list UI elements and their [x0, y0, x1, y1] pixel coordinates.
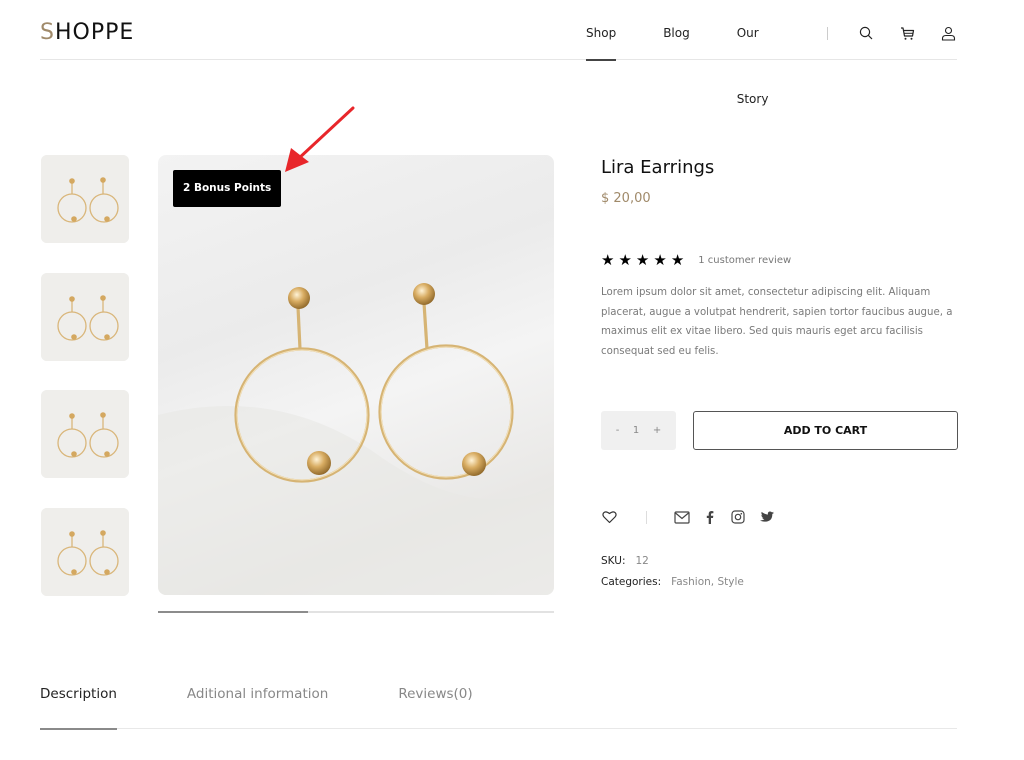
nav-shop[interactable]: Shop: [586, 0, 617, 61]
share-divider: [646, 510, 647, 524]
twitter-icon[interactable]: [758, 509, 774, 525]
heart-icon[interactable]: [601, 509, 617, 525]
product-main-image[interactable]: 2 Bonus Points: [158, 155, 554, 595]
user-icon[interactable]: [940, 24, 957, 42]
logo-text: HOPPE: [54, 20, 135, 45]
gallery-scrollbar-thumb[interactable]: [158, 611, 309, 613]
product-tabs: Description Aditional information Review…: [40, 686, 957, 730]
nav-divider: [827, 26, 828, 40]
instagram-icon[interactable]: [730, 509, 746, 525]
thumbnail-1[interactable]: [41, 155, 129, 243]
thumbnail-list: [41, 155, 129, 625]
search-icon[interactable]: [858, 24, 875, 42]
earrings-image: [158, 283, 554, 595]
logo[interactable]: SHOPPE: [40, 20, 134, 45]
tab-reviews[interactable]: Reviews(0): [398, 686, 472, 729]
star-icon: ★: [670, 251, 685, 269]
categories-row: Categories: Fashion, Style: [601, 576, 744, 588]
product-info: Lira Earrings $ 20,00 ★ ★ ★ ★ ★ 1 customer r…: [601, 155, 958, 588]
product-description: Lorem ipsum dolor sit amet, consectetur …: [601, 287, 953, 357]
categories-label: Categories:: [601, 576, 662, 588]
site-header: SHOPPE Shop Blog Our Story: [40, 0, 957, 106]
nav-blog[interactable]: Blog: [663, 0, 690, 60]
product-rating: ★ ★ ★ ★ ★ 1 customer review: [601, 253, 957, 268]
quantity-value[interactable]: 1: [633, 425, 639, 436]
nav-our-story[interactable]: Our Story: [737, 0, 791, 106]
thumbnail-4[interactable]: [41, 507, 129, 596]
facebook-icon[interactable]: [702, 509, 718, 525]
sku-row: SKU: 12: [601, 555, 744, 567]
earrings-thumbnail-image: [41, 390, 129, 478]
tab-additional-information[interactable]: Aditional information: [187, 686, 328, 729]
star-icon: ★: [635, 251, 650, 269]
purchase-row: - 1 + ADD TO CART: [601, 411, 958, 450]
mail-icon[interactable]: [674, 509, 690, 525]
main-nav: Shop Blog Our Story: [586, 0, 957, 106]
star-icon: ★: [601, 251, 615, 269]
tab-description[interactable]: Description: [40, 686, 117, 730]
bonus-points-badge: 2 Bonus Points: [173, 170, 282, 207]
earrings-thumbnail-image: [41, 507, 129, 596]
quantity-increase-button[interactable]: +: [653, 425, 661, 436]
customer-review-link[interactable]: 1 customer review: [698, 255, 791, 266]
product-title: Lira Earrings: [601, 157, 715, 178]
product-price: $ 20,00: [601, 191, 651, 206]
share-row: [601, 509, 786, 525]
thumbnail-2[interactable]: [41, 272, 129, 361]
cart-icon[interactable]: [899, 24, 916, 42]
star-icon: ★: [653, 251, 667, 269]
star-rating: ★ ★ ★ ★ ★: [601, 253, 684, 268]
quantity-decrease-button[interactable]: -: [616, 425, 620, 436]
earrings-thumbnail-image: [41, 272, 129, 361]
sku-label: SKU:: [601, 555, 626, 567]
logo-first-letter: S: [40, 20, 55, 45]
product-meta: SKU: 12 Categories: Fashion, Style: [601, 555, 744, 597]
sku-value: 12: [635, 555, 649, 567]
star-icon: ★: [618, 251, 632, 269]
quantity-stepper: - 1 +: [601, 411, 676, 450]
thumbnail-3[interactable]: [41, 390, 129, 478]
earrings-thumbnail-image: [41, 155, 129, 243]
add-to-cart-button[interactable]: ADD TO CART: [693, 411, 958, 450]
categories-value[interactable]: Fashion, Style: [671, 576, 744, 588]
gallery-scrollbar[interactable]: [158, 611, 554, 613]
